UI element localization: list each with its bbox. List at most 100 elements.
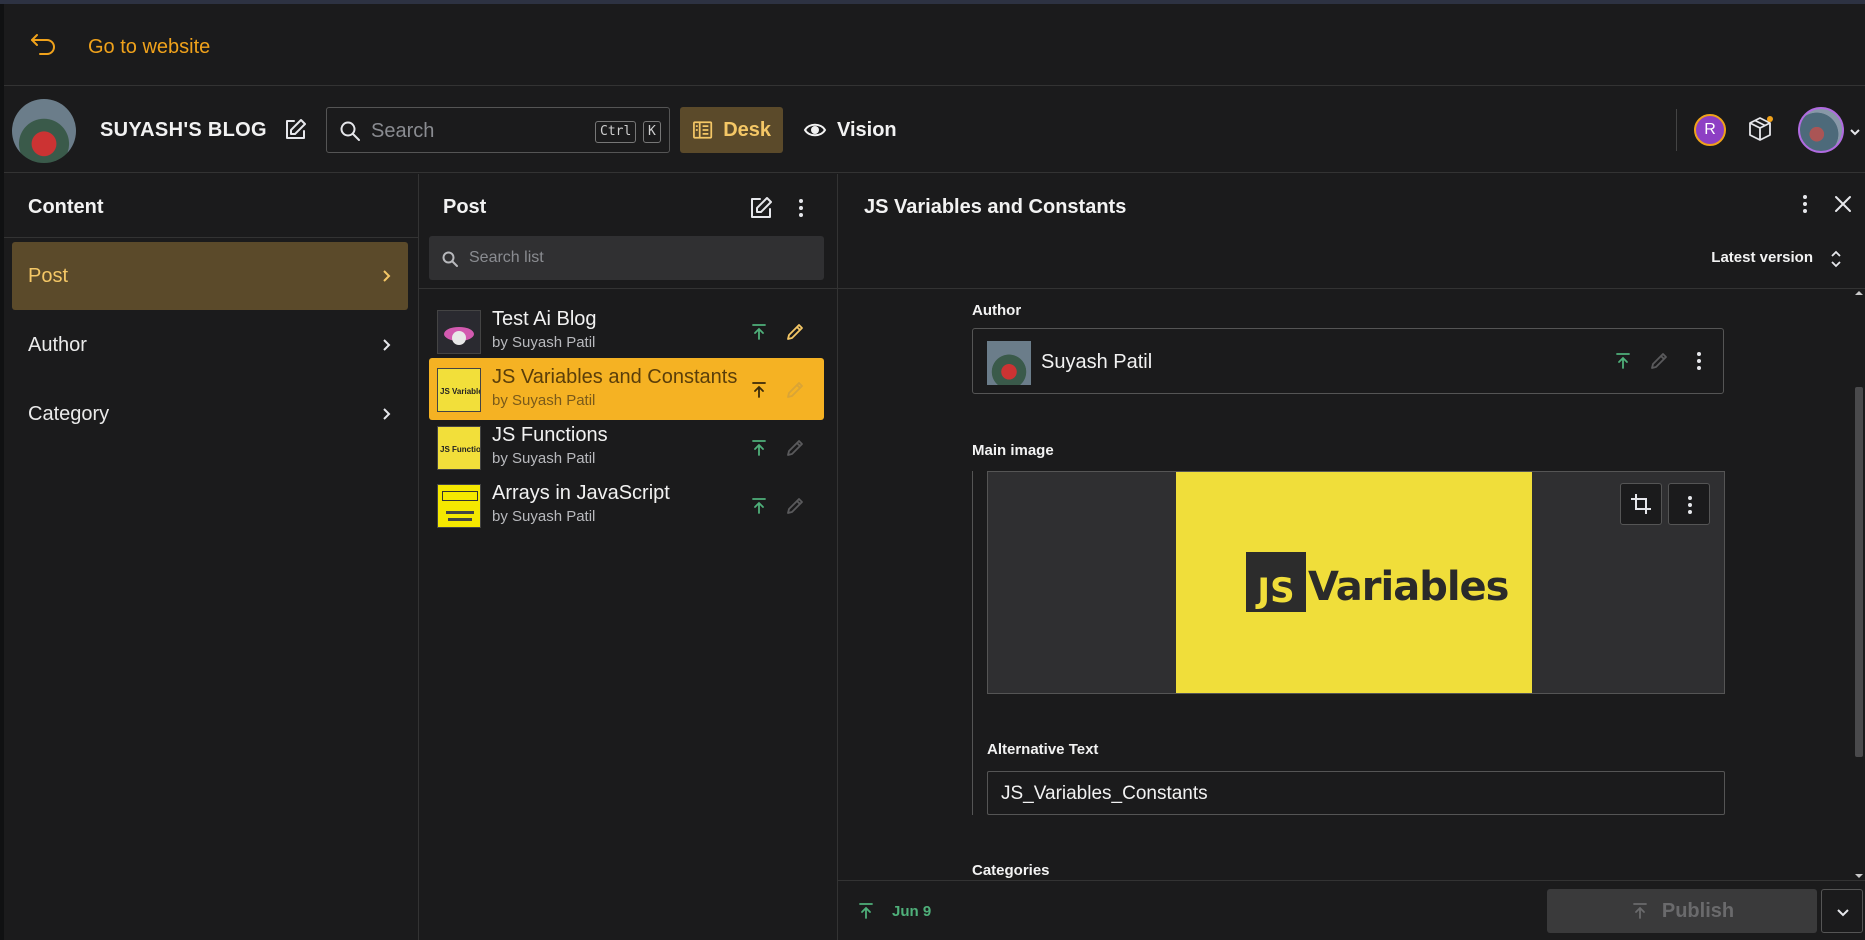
blog-avatar[interactable] [12,99,76,163]
crop-button[interactable] [1620,483,1662,525]
image-caption-text: Variables [1308,564,1509,610]
create-document-icon[interactable] [747,194,775,222]
published-icon [859,903,873,919]
reference-menu-icon[interactable] [1685,347,1713,375]
edited-pencil-icon [787,324,803,340]
alt-text-input[interactable]: JS_Variables_Constants [987,771,1725,815]
studio-navbar: SUYASH'S BLOG Search Ctrl K Desk Vision … [4,87,1865,173]
image-menu-button[interactable] [1668,483,1710,525]
document-status-bar: Jun 9 Publish [838,880,1865,940]
tool-vision[interactable]: Vision [791,107,909,153]
published-icon [752,324,766,340]
document-list-item[interactable]: Test Ai Blog by Suyash Patil [429,300,824,362]
document-thumbnail [437,310,481,354]
pencil-icon [787,382,803,398]
content-pane-title: Content [28,196,104,218]
author-reference-field[interactable]: Suyash Patil [972,328,1724,394]
nav-item-label: Author [28,333,87,356]
nav-item-label: Category [28,402,110,425]
website-bar: Go to website [4,4,1865,86]
nav-item-label: Post [28,264,69,287]
document-subtitle: by Suyash Patil [492,392,596,409]
document-editor-pane: JS Variables and Constants Latest versio… [838,174,1865,940]
nav-item-author[interactable]: Author [12,311,408,379]
published-icon [1616,353,1630,369]
more-options-icon[interactable] [787,194,815,222]
published-icon [752,498,766,514]
chevron-right-icon [383,270,391,282]
list-search-placeholder: Search list [469,249,544,266]
tool-desk-label: Desk [723,118,771,141]
publish-button-label: Publish [1661,899,1735,922]
shortcut-ctrl-key: Ctrl [595,121,637,143]
published-date[interactable]: Jun 9 [892,903,931,920]
nav-item-category[interactable]: Category [12,380,408,448]
main-image-field-label: Main image [972,442,1054,459]
js-logo: JS [1246,552,1306,612]
document-menu-icon[interactable] [1791,190,1819,218]
chevron-right-icon [383,408,391,420]
document-title: Test Ai Blog [492,308,597,330]
close-icon[interactable] [1829,190,1857,218]
more-options-icon [1688,496,1692,514]
published-icon [752,382,766,398]
scrollbar-thumb[interactable] [1855,387,1863,757]
desk-icon [693,121,713,139]
post-list-pane: Post Search list Test Ai Blog by Suyash … [419,174,838,940]
document-title: JS Variables and Constants [492,366,738,388]
go-to-website-link[interactable]: Go to website [88,36,210,59]
search-placeholder: Search [371,120,435,142]
global-search-input[interactable]: Search Ctrl K [326,107,670,153]
document-thumbnail: JS Variables [437,368,481,412]
document-subtitle: by Suyash Patil [492,508,596,525]
js-variables-image: JS Variables [1176,472,1532,693]
editor-header-divider [838,288,1865,289]
document-thumbnail: JS Functions [437,426,481,470]
back-arrow-icon[interactable] [28,30,58,60]
publish-menu-button[interactable] [1821,889,1863,933]
pencil-icon [787,498,803,514]
document-title: JS Functions [492,424,608,446]
version-selector-label[interactable]: Latest version [1711,249,1813,266]
tool-vision-label: Vision [837,118,897,141]
publish-button[interactable]: Publish [1547,889,1817,933]
author-name: Suyash Patil [1041,351,1153,373]
shortcut-k-key: K [643,121,661,143]
publish-icon [1632,903,1647,919]
document-editor-title: JS Variables and Constants [864,196,1127,218]
scroll-up-icon[interactable] [1855,289,1863,297]
compose-icon[interactable] [282,117,308,143]
published-icon [752,440,766,456]
list-search-input[interactable]: Search list [429,236,824,280]
document-subtitle: by Suyash Patil [492,334,596,351]
post-pane-title: Post [443,196,487,218]
pane-header-divider [4,237,418,238]
user-avatar[interactable] [1798,107,1844,153]
image-preview[interactable]: JS Variables [987,471,1725,694]
author-field-label: Author [972,302,1022,319]
categories-field-label: Categories [972,862,1050,879]
chevron-right-icon [383,339,391,351]
document-thumbnail [437,484,481,528]
document-list-item[interactable]: Arrays in JavaScript by Suyash Patil [429,474,824,536]
alt-text-value: JS_Variables_Constants [1001,783,1208,804]
pencil-icon [1651,353,1667,369]
package-icon[interactable] [1744,113,1776,145]
scroll-down-icon[interactable] [1855,872,1863,880]
presence-avatar[interactable]: R [1694,114,1726,146]
navbar-divider [1676,109,1677,151]
search-icon [340,121,360,141]
blog-title[interactable]: SUYASH'S BLOG [100,119,267,142]
list-header-divider [419,288,837,289]
document-list-item-selected[interactable]: JS Variables JS Variables and Constants … [429,358,824,420]
editor-scrollbar[interactable] [1853,289,1865,880]
tool-desk[interactable]: Desk [680,107,783,153]
pencil-icon [787,440,803,456]
crop-icon [1631,494,1651,514]
document-list-item[interactable]: JS Functions JS Functions by Suyash Pati… [429,416,824,478]
chevron-down-icon[interactable] [1848,125,1862,139]
chevron-up-down-icon[interactable] [1829,249,1843,269]
nav-item-post[interactable]: Post [12,242,408,310]
document-subtitle: by Suyash Patil [492,450,596,467]
alt-text-label: Alternative Text [987,741,1099,758]
